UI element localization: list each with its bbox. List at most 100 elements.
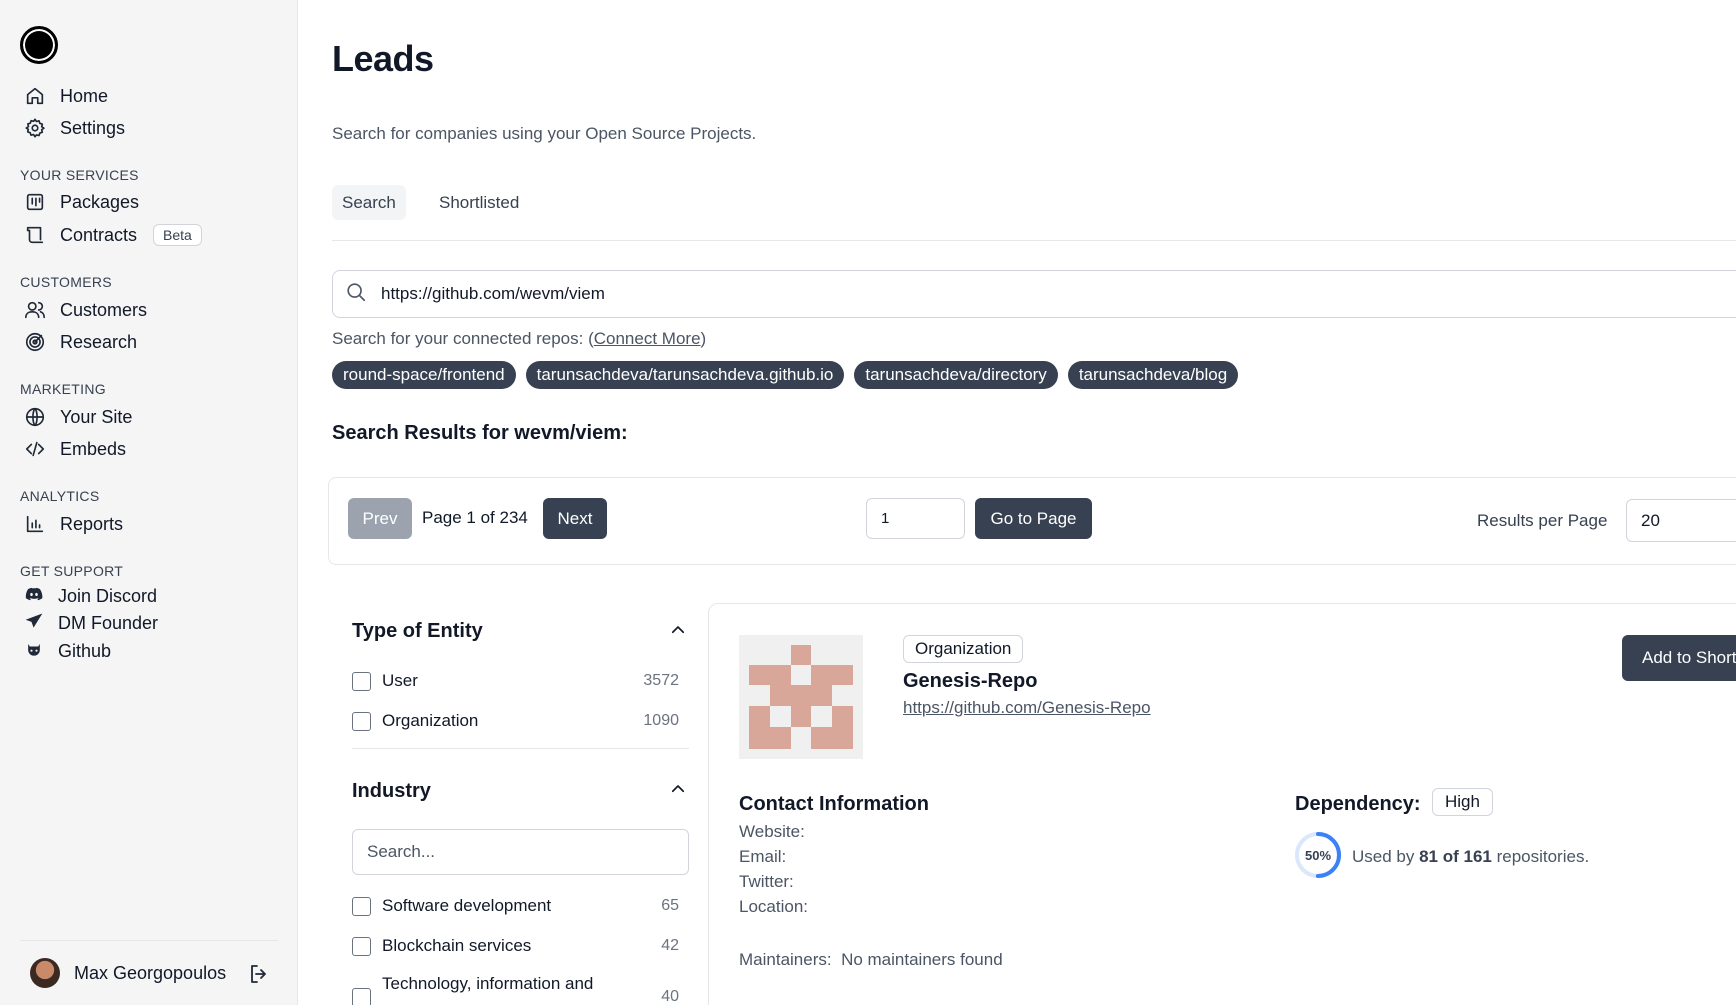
result-card: Organization Genesis-Repo https://github… [708,603,1736,1005]
gear-icon [24,117,46,139]
checkbox[interactable] [352,711,371,731]
repo-chip[interactable]: tarunsachdeva/blog [1067,361,1239,389]
filter-option-user[interactable]: User 3572 [352,669,679,693]
connected-prefix: Search for your connected repos: ( [332,329,594,348]
sidebar-item-home[interactable]: Home [24,82,108,110]
industry-search-input[interactable] [352,829,689,875]
contact-twitter-label: Twitter: [739,872,794,891]
org-name: Genesis-Repo [903,670,1038,692]
section-label-support: GET SUPPORT [20,563,124,579]
sidebar-item-contracts[interactable]: Contracts Beta [24,221,202,249]
connected-repos-text: Search for your connected repos: (Connec… [332,329,706,349]
filter-option-count: 40 [661,988,679,1005]
sidebar-item-label: Contracts [60,224,138,245]
filter-option-label: User [382,671,418,690]
repo-chip[interactable]: tarunsachdeva/tarunsachdeva.github.io [525,361,845,389]
sidebar-item-embeds[interactable]: Embeds [24,435,126,463]
chevron-up-icon[interactable] [669,621,687,639]
sidebar-item-customers[interactable]: Customers [24,296,147,324]
sidebar-item-join-discord[interactable]: Join Discord [24,584,157,608]
sidebar-item-settings[interactable]: Settings [24,114,125,142]
sidebar-item-label: Home [60,85,109,106]
tab-search[interactable]: Search [332,185,406,220]
filter-option-label: Blockchain services [382,936,532,955]
connect-more-link[interactable]: Connect More [594,329,701,348]
dependency-label: Dependency: [1295,793,1421,815]
sidebar-item-dm-founder[interactable]: DM Founder [24,611,158,635]
next-button[interactable]: Next [543,498,607,539]
sidebar-item-label: Settings [60,117,126,138]
filter-option-label: Software development [382,896,552,915]
filter-option-count: 65 [661,897,679,914]
sidebar-item-label: Github [58,640,112,661]
filter-option-label: Technology, information and [382,974,594,993]
main-content: Leads Search for companies using your Op… [299,0,1736,1005]
sidebar-item-github[interactable]: Github [24,639,111,663]
sidebar-item-packages[interactable]: Packages [24,188,139,216]
repo-search-input[interactable] [381,284,1681,304]
repo-chip[interactable]: round-space/frontend [332,361,516,389]
bar-chart-icon [24,513,46,535]
checkbox[interactable] [352,896,371,916]
filter-option-software-development[interactable]: Software development 65 [352,894,679,918]
filter-option-organization[interactable]: Organization 1090 [352,709,679,733]
globe-icon [24,406,46,428]
filter-title-industry: Industry [352,780,431,802]
filter-option-technology[interactable]: Technology, information and 40 [352,974,679,1005]
filter-option-count: 3572 [643,672,679,689]
sidebar: Home Settings YOUR SERVICES Packages Con… [0,0,298,1005]
github-icon [24,639,44,664]
results-per-page-input[interactable] [1626,499,1736,542]
sidebar-item-label: DM Founder [58,612,159,633]
prev-button[interactable]: Prev [348,498,412,539]
go-to-page-button[interactable]: Go to Page [975,498,1092,539]
page-number-input[interactable] [866,498,965,539]
repo-chips: round-space/frontend tarunsachdeva/tarun… [332,361,1239,389]
pagination-bar: Prev Page 1 of 234 Next Go to Page Resul… [328,477,1736,565]
section-label-marketing: MARKETING [20,381,106,397]
sidebar-item-reports[interactable]: Reports [24,510,123,538]
repo-chip[interactable]: tarunsachdeva/directory [854,361,1058,389]
users-icon [24,299,46,321]
sidebar-item-label: Packages [60,191,140,212]
entity-type-badge: Organization [903,635,1024,663]
sidebar-item-research[interactable]: Research [24,328,137,356]
beta-badge: Beta [153,224,202,246]
user-profile[interactable]: Max Georgopoulos [30,958,226,988]
checkbox[interactable] [352,671,371,691]
contract-icon [24,224,46,246]
page-subtitle: Search for companies using your Open Sou… [332,124,757,143]
sidebar-item-label: Embeds [60,438,127,459]
sidebar-item-label: Reports [60,513,124,534]
contact-email-label: Email: [739,847,787,866]
filter-option-count: 1090 [643,712,679,729]
send-icon [24,611,44,636]
contact-location-label: Location: [739,897,808,916]
avatar [30,958,60,988]
sidebar-item-label: Customers [60,299,148,320]
org-url-link[interactable]: https://github.com/Genesis-Repo [903,698,1151,718]
filter-title-entity: Type of Entity [352,620,483,642]
filter-divider [352,748,689,749]
app-logo[interactable] [20,26,58,64]
usage-prefix: Used by [1352,847,1420,866]
sidebar-divider [20,940,278,941]
usage-suffix: repositories. [1491,847,1590,866]
logout-icon[interactable] [247,962,271,986]
sidebar-item-label: Join Discord [58,585,158,606]
checkbox[interactable] [352,988,371,1005]
search-icon [345,281,367,308]
sidebar-item-your-site[interactable]: Your Site [24,403,132,431]
dependency-badge: High [1432,788,1493,816]
section-label-customers: CUSTOMERS [20,274,112,290]
tab-shortlisted[interactable]: Shortlisted [429,185,529,220]
tabs-divider [332,240,1736,241]
sidebar-item-label: Your Site [60,406,133,427]
usage-count: 81 of 161 [1419,847,1492,866]
chevron-up-icon[interactable] [669,780,687,798]
checkbox[interactable] [352,936,371,956]
usage-percent: 50% [1304,847,1332,863]
user-name: Max Georgopoulos [74,962,227,983]
filter-option-blockchain-services[interactable]: Blockchain services 42 [352,934,679,958]
add-to-shortlist-button[interactable]: Add to Shortlist [1622,635,1736,681]
